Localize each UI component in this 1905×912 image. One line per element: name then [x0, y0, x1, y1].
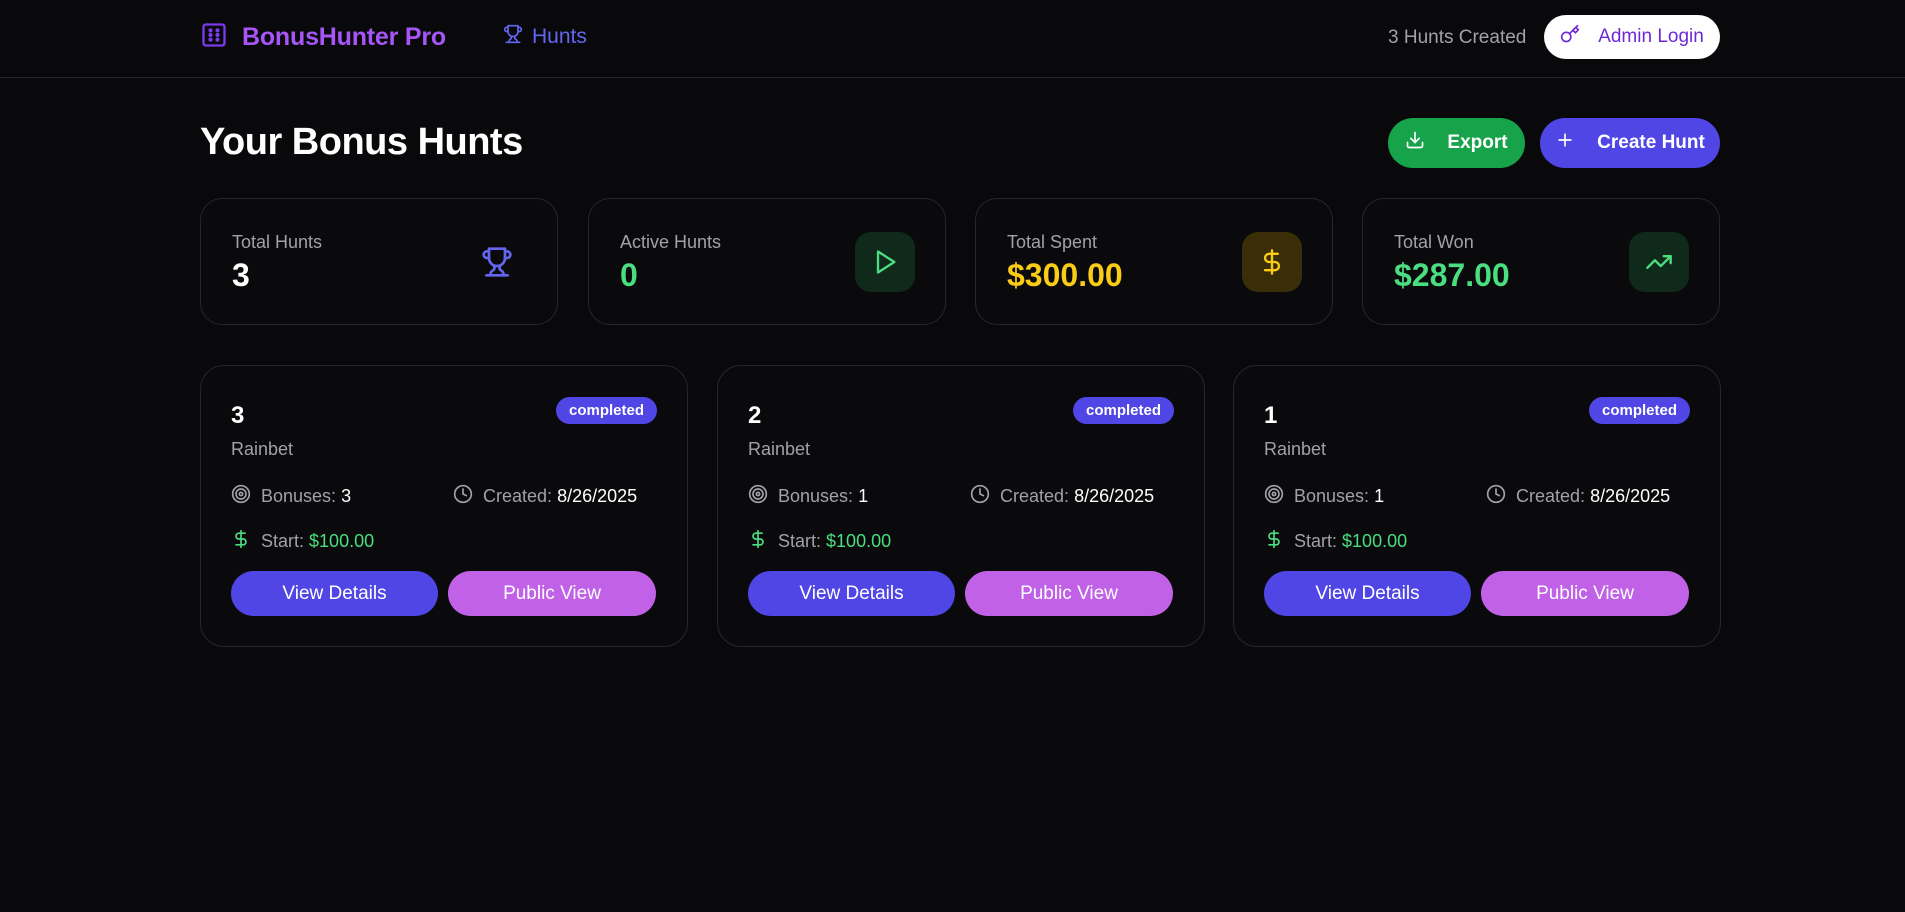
clock-icon: [453, 484, 473, 509]
trophy-icon: [503, 24, 523, 50]
hunt-casino: Rainbet: [231, 439, 294, 459]
dice-icon: [200, 21, 228, 54]
play-icon: [855, 232, 915, 292]
hunt-card: 2 completed Rainbet Bonuses: 1 Created: …: [717, 365, 1205, 647]
status-badge: completed: [555, 397, 657, 424]
brand[interactable]: BonusHunter Pro: [200, 21, 446, 54]
dollar-icon: [748, 529, 768, 554]
start-label: Start:: [261, 531, 305, 551]
stat-card-active-hunts: Active Hunts 0: [588, 198, 946, 325]
hunt-card: 1 completed Rainbet Bonuses: 1 Created: …: [1233, 365, 1721, 647]
hunt-card: 3 completed Rainbet Bonuses: 3 Created: …: [200, 365, 688, 647]
hunt-created: Created: 8/26/2025: [453, 484, 637, 509]
stat-label: Active Hunts: [620, 232, 722, 252]
bonuses-label: Bonuses:: [778, 486, 854, 506]
hunt-start: Start: $100.00: [748, 529, 891, 554]
stat-card-total-won: Total Won $287.00: [1362, 198, 1720, 325]
public-view-button[interactable]: Public View: [1481, 571, 1689, 616]
stat-card-total-spent: Total Spent $300.00: [975, 198, 1333, 325]
bonuses-value: 1: [858, 486, 869, 506]
hunt-bonuses: Bonuses: 3: [231, 484, 351, 509]
hunt-bonuses: Bonuses: 1: [1264, 484, 1384, 509]
clock-icon: [970, 484, 990, 509]
created-label: Created:: [1000, 486, 1070, 506]
hunt-created: Created: 8/26/2025: [970, 484, 1154, 509]
hunt-bonuses: Bonuses: 1: [748, 484, 868, 509]
target-icon: [231, 484, 251, 509]
public-view-button[interactable]: Public View: [965, 571, 1173, 616]
stat-value: $287.00: [1394, 257, 1510, 293]
created-value: 8/26/2025: [1074, 486, 1155, 506]
key-icon: [1560, 24, 1580, 50]
hunt-casino: Rainbet: [1264, 439, 1327, 459]
stat-card-total-hunts: Total Hunts 3: [200, 198, 558, 325]
stat-value: 3: [232, 257, 250, 293]
stat-value: 0: [620, 257, 638, 293]
created-value: 8/26/2025: [1590, 486, 1671, 506]
view-details-button[interactable]: View Details: [1264, 571, 1471, 616]
start-value: $100.00: [309, 531, 375, 551]
download-icon: [1405, 130, 1425, 156]
created-label: Created:: [1516, 486, 1586, 506]
brand-title: BonusHunter Pro: [242, 23, 446, 51]
page-title: Your Bonus Hunts: [200, 121, 523, 163]
bonuses-label: Bonuses:: [1294, 486, 1370, 506]
start-value: $100.00: [1342, 531, 1408, 551]
stat-label: Total Hunts: [232, 232, 323, 252]
stat-label: Total Spent: [1007, 232, 1098, 252]
hunt-start: Start: $100.00: [231, 529, 374, 554]
hunt-created: Created: 8/26/2025: [1486, 484, 1670, 509]
bonuses-value: 3: [341, 486, 352, 506]
target-icon: [1264, 484, 1284, 509]
stat-value: $300.00: [1007, 257, 1123, 293]
view-details-button[interactable]: View Details: [231, 571, 438, 616]
admin-login-button[interactable]: Admin Login: [1544, 15, 1720, 59]
start-value: $100.00: [826, 531, 892, 551]
bonuses-value: 1: [1374, 486, 1385, 506]
view-details-button[interactable]: View Details: [748, 571, 955, 616]
export-button[interactable]: Export: [1388, 118, 1525, 168]
export-label: Export: [1447, 132, 1508, 153]
trending-up-icon: [1629, 232, 1689, 292]
status-badge: completed: [1588, 397, 1690, 424]
nav-hunts-link[interactable]: Hunts: [503, 24, 587, 50]
status-badge: completed: [1072, 397, 1174, 424]
created-label: Created:: [483, 486, 553, 506]
public-view-button[interactable]: Public View: [448, 571, 656, 616]
dollar-icon: [231, 529, 251, 554]
plus-icon: [1555, 130, 1575, 156]
hunt-name: 2: [748, 402, 762, 429]
create-hunt-button[interactable]: Create Hunt: [1540, 118, 1720, 168]
clock-icon: [1486, 484, 1506, 509]
hunt-name: 1: [1264, 402, 1278, 429]
hunt-casino: Rainbet: [748, 439, 811, 459]
dollar-icon: [1264, 529, 1284, 554]
start-label: Start:: [778, 531, 822, 551]
stat-label: Total Won: [1394, 232, 1474, 252]
bonuses-label: Bonuses:: [261, 486, 337, 506]
admin-login-label: Admin Login: [1598, 26, 1704, 47]
top-navbar: BonusHunter Pro Hunts 3 Hunts Created Ad…: [0, 0, 1905, 78]
start-label: Start:: [1294, 531, 1338, 551]
hunt-start: Start: $100.00: [1264, 529, 1407, 554]
create-hunt-label: Create Hunt: [1597, 132, 1705, 153]
trophy-icon: [467, 232, 527, 292]
nav-hunts-label: Hunts: [532, 25, 587, 48]
hunts-created-count: 3 Hunts Created: [1388, 27, 1527, 48]
created-value: 8/26/2025: [557, 486, 638, 506]
hunt-name: 3: [231, 402, 245, 429]
dollar-icon: [1242, 232, 1302, 292]
target-icon: [748, 484, 768, 509]
